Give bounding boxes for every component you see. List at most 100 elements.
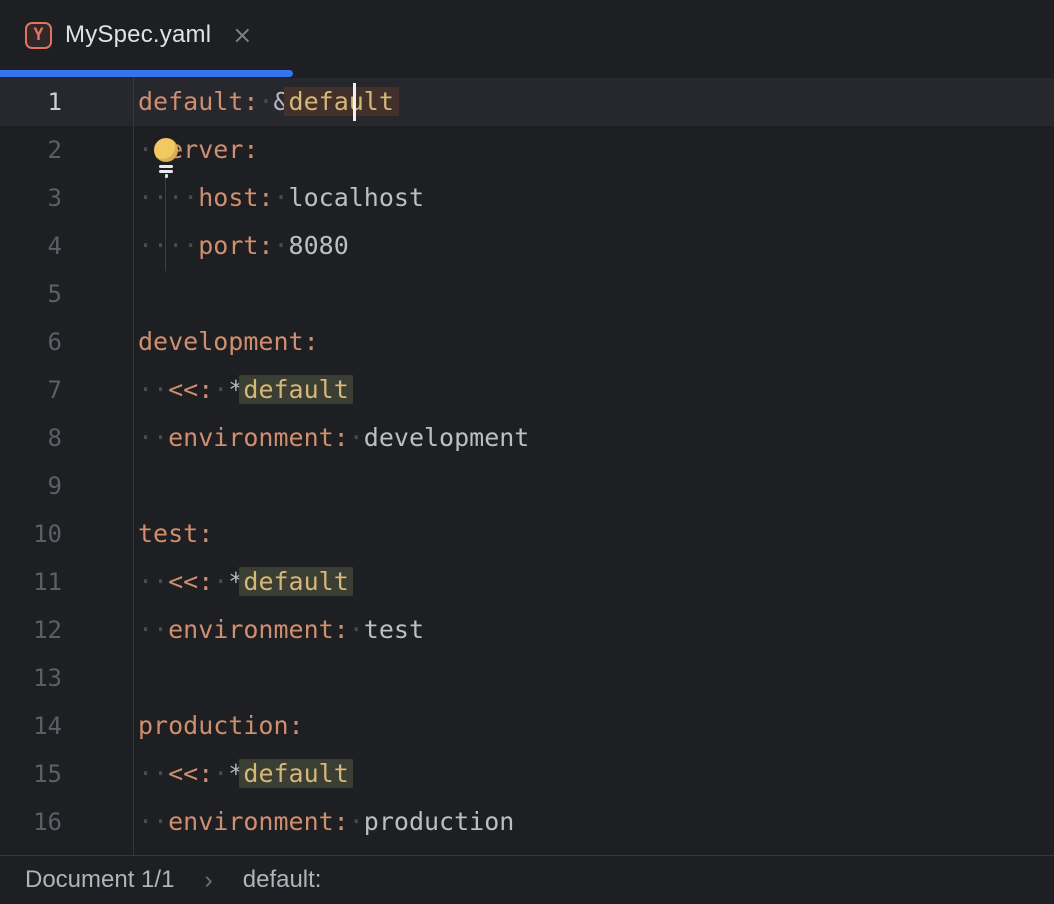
text-caret bbox=[353, 83, 356, 121]
code-line-text: ··<<:·*default bbox=[133, 558, 1054, 606]
breadcrumb-bar: Document 1/1 › default: bbox=[0, 855, 1054, 904]
intention-bulb-icon[interactable] bbox=[153, 138, 179, 178]
code-line-text: ··environment:·test bbox=[133, 606, 1054, 654]
line-number: 11 bbox=[0, 558, 62, 606]
yaml-key: test: bbox=[138, 519, 213, 548]
code-line-text: ··<<:·*default bbox=[133, 366, 1054, 414]
line-number: 16 bbox=[0, 798, 62, 846]
yaml-key: development: bbox=[138, 327, 319, 356]
yaml-key: <<: bbox=[168, 375, 213, 404]
line-number: 12 bbox=[0, 606, 62, 654]
code-editor[interactable]: 1default:·&default2 ·server: 3 ····host:·lo… bbox=[0, 77, 1054, 855]
editor-line-11[interactable]: 11 ··<<:·*default bbox=[0, 558, 1054, 606]
code-line-text bbox=[133, 654, 1054, 702]
gutter-icon-area bbox=[62, 366, 133, 414]
yaml-key: production: bbox=[138, 711, 304, 740]
yaml-key: environment: bbox=[168, 807, 349, 836]
gutter-icon-area bbox=[62, 78, 133, 126]
editor-line-1[interactable]: 1default:·&default bbox=[0, 78, 1054, 126]
editor-line-9[interactable]: 9 bbox=[0, 462, 1054, 510]
gutter-icon-area bbox=[62, 558, 133, 606]
yaml-icon-letter: Y bbox=[33, 25, 43, 45]
tab-myspec-yaml[interactable]: Y MySpec.yaml × bbox=[0, 0, 293, 70]
editor-line-4[interactable]: 4 ····port:·8080 bbox=[0, 222, 1054, 270]
line-number: 5 bbox=[0, 270, 62, 318]
yaml-key: <<: bbox=[168, 567, 213, 596]
gutter-icon-area bbox=[62, 798, 133, 846]
gutter-border bbox=[133, 77, 134, 855]
breadcrumb-item-document[interactable]: Document 1/1 bbox=[25, 866, 174, 894]
yaml-ws: · bbox=[138, 135, 153, 164]
yaml-ws: · bbox=[273, 183, 288, 212]
code-line-text bbox=[133, 270, 1054, 318]
code-line-text: ····host:·localhost bbox=[133, 174, 1054, 222]
yaml-ws: ·· bbox=[138, 567, 168, 596]
yaml-val: localhost bbox=[289, 183, 424, 212]
code-line-text: ··<<:·*default bbox=[133, 750, 1054, 798]
yaml-ws: ···· bbox=[138, 183, 198, 212]
yaml-anchor: default bbox=[284, 87, 399, 116]
yaml-ws: ·· bbox=[138, 375, 168, 404]
yaml-ws: ···· bbox=[138, 231, 198, 260]
line-number: 4 bbox=[0, 222, 62, 270]
line-number: 2 bbox=[0, 126, 62, 174]
line-number: 3 bbox=[0, 174, 62, 222]
yaml-ws: · bbox=[213, 759, 228, 788]
editor-line-3[interactable]: 3 ····host:·localhost bbox=[0, 174, 1054, 222]
editor-line-14[interactable]: 14 production: bbox=[0, 702, 1054, 750]
yaml-alias: default bbox=[239, 375, 352, 404]
gutter-icon-area bbox=[62, 414, 133, 462]
yaml-key: port: bbox=[198, 231, 273, 260]
yaml-val: test bbox=[364, 615, 424, 644]
tab-title: MySpec.yaml bbox=[65, 21, 211, 49]
line-number: 8 bbox=[0, 414, 62, 462]
yaml-val: 8080 bbox=[289, 231, 349, 260]
code-line-text: ·server: bbox=[133, 126, 1054, 174]
editor-line-6[interactable]: 6development: bbox=[0, 318, 1054, 366]
gutter-icon-area bbox=[62, 654, 133, 702]
editor-line-16[interactable]: 16··environment:·production bbox=[0, 798, 1054, 846]
line-number: 9 bbox=[0, 462, 62, 510]
code-line-text: default:·&default bbox=[133, 78, 1054, 126]
yaml-key: <<: bbox=[168, 759, 213, 788]
yaml-ws: · bbox=[273, 231, 288, 260]
yaml-alias: default bbox=[239, 567, 352, 596]
editor-line-8[interactable]: 8 ··environment:·development bbox=[0, 414, 1054, 462]
yaml-ws: ·· bbox=[138, 423, 168, 452]
editor-line-15[interactable]: 15 ··<<:·*default bbox=[0, 750, 1054, 798]
line-number: 10 bbox=[0, 510, 62, 558]
yaml-key: environment: bbox=[168, 423, 349, 452]
bulb-stem bbox=[165, 174, 168, 178]
gutter-icon-area bbox=[62, 750, 133, 798]
editor-tab-bar: Y MySpec.yaml × bbox=[0, 0, 1054, 77]
code-line-text: test: bbox=[133, 510, 1054, 558]
yaml-ws: · bbox=[349, 615, 364, 644]
code-line-text: ··environment:·development bbox=[133, 414, 1054, 462]
tab-close-icon[interactable]: × bbox=[232, 23, 252, 47]
line-number: 13 bbox=[0, 654, 62, 702]
editor-line-5[interactable]: 5 bbox=[0, 270, 1054, 318]
code-line-text: ····port:·8080 bbox=[133, 222, 1054, 270]
code-line-text bbox=[133, 462, 1054, 510]
yaml-ws: · bbox=[213, 567, 228, 596]
yaml-ws: ·· bbox=[138, 807, 168, 836]
editor-line-13[interactable]: 13 bbox=[0, 654, 1054, 702]
line-number: 15 bbox=[0, 750, 62, 798]
editor-line-12[interactable]: 12 ··environment:·test bbox=[0, 606, 1054, 654]
editor-line-7[interactable]: 7··<<:·*default bbox=[0, 366, 1054, 414]
yaml-val: development bbox=[364, 423, 530, 452]
chevron-right-icon: › bbox=[204, 866, 212, 895]
ide-window: Y MySpec.yaml × 1default:·&default2 ·serv… bbox=[0, 0, 1054, 904]
active-tab-indicator bbox=[0, 70, 293, 77]
bulb-head bbox=[154, 138, 178, 162]
yaml-file-icon: Y bbox=[25, 22, 52, 49]
breadcrumb-item-default[interactable]: default: bbox=[243, 866, 322, 894]
gutter-icon-area bbox=[62, 702, 133, 750]
bulb-base-line bbox=[159, 170, 173, 173]
editor-line-10[interactable]: 10 test: bbox=[0, 510, 1054, 558]
code-line-text: production: bbox=[133, 702, 1054, 750]
line-number: 14 bbox=[0, 702, 62, 750]
yaml-ws: ·· bbox=[138, 615, 168, 644]
yaml-val: production bbox=[364, 807, 515, 836]
yaml-ws: ·· bbox=[138, 759, 168, 788]
